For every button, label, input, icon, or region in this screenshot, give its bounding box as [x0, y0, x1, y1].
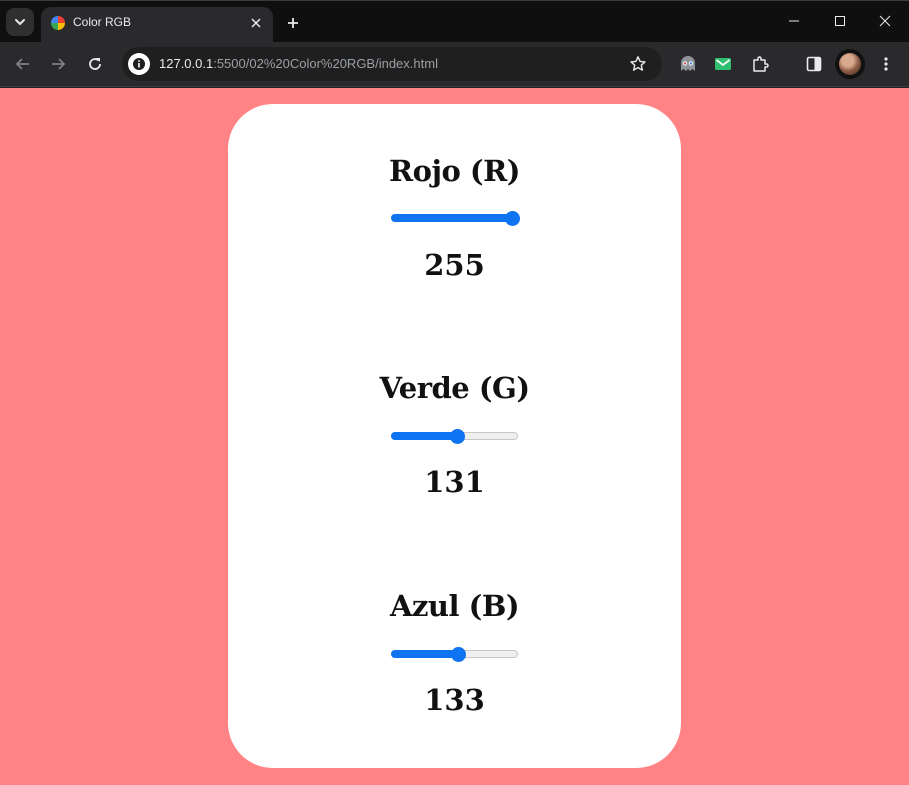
minimize-button[interactable]: [771, 1, 817, 41]
browser-menu-button[interactable]: [875, 53, 897, 75]
close-icon: [251, 18, 261, 28]
minimize-icon: [789, 20, 799, 22]
red-slider-fill: [391, 214, 512, 222]
ghost-extension-icon: [681, 56, 695, 71]
puzzle-icon: [753, 56, 769, 72]
blue-channel-label: Azul (B): [389, 589, 520, 623]
reload-button[interactable]: [82, 51, 108, 77]
info-icon: [133, 58, 145, 70]
ghost-extension-button[interactable]: [677, 53, 699, 75]
bookmark-button[interactable]: [628, 54, 648, 74]
avatar-photo: [839, 53, 861, 75]
url-path: :5500/02%20Color%20RGB/index.html: [213, 56, 438, 71]
reload-icon: [89, 58, 101, 70]
forward-button[interactable]: [45, 51, 71, 77]
plus-icon: [288, 18, 298, 28]
star-icon: [630, 56, 646, 71]
browser-toolbar: 127.0.0.1:5500/02%20Color%20RGB/index.ht…: [0, 42, 909, 87]
blue-slider-fill: [391, 650, 458, 658]
mail-extension-icon: [715, 58, 731, 70]
green-slider-fill: [391, 432, 458, 440]
tab-strip: Color RGB: [0, 0, 909, 43]
red-slider[interactable]: [391, 211, 520, 226]
red-channel-group: Rojo (R) 255: [228, 154, 681, 282]
green-channel-label: Verde (G): [379, 371, 530, 405]
green-value: 131: [424, 465, 485, 499]
green-channel-group: Verde (G) 131: [228, 371, 681, 499]
chevron-down-icon: [15, 19, 25, 26]
tab-title: Color RGB: [73, 15, 132, 29]
red-value: 255: [424, 248, 485, 282]
back-button[interactable]: [10, 51, 36, 77]
tab-search-button[interactable]: [6, 8, 34, 36]
tab-close-button[interactable]: [247, 14, 265, 32]
mail-extension-button[interactable]: [712, 53, 734, 75]
rgb-card: Rojo (R) 255 Verde (G) 131 Azul (B) 133: [228, 104, 681, 768]
blue-channel-group: Azul (B) 133: [228, 589, 681, 717]
browser-tab[interactable]: Color RGB: [41, 7, 273, 43]
maximize-button[interactable]: [817, 1, 863, 41]
green-slider-thumb[interactable]: [450, 429, 466, 444]
close-window-button[interactable]: [862, 1, 908, 41]
extensions-button[interactable]: [749, 53, 771, 75]
page-viewport: Rojo (R) 255 Verde (G) 131 Azul (B) 133: [0, 88, 909, 785]
green-slider[interactable]: [391, 429, 518, 444]
address-bar[interactable]: 127.0.0.1:5500/02%20Color%20RGB/index.ht…: [122, 47, 662, 81]
arrow-right-icon: [52, 58, 66, 70]
new-tab-button[interactable]: [281, 11, 305, 35]
close-icon: [879, 15, 891, 27]
arrow-left-icon: [15, 58, 29, 70]
kebab-menu-icon: [884, 57, 888, 71]
site-info-button[interactable]: [128, 53, 150, 75]
red-slider-thumb[interactable]: [505, 211, 520, 226]
color-wheel-favicon-icon: [51, 16, 65, 30]
red-channel-label: Rojo (R): [389, 154, 520, 188]
url-text: 127.0.0.1:5500/02%20Color%20RGB/index.ht…: [159, 56, 438, 71]
url-host: 127.0.0.1: [159, 56, 214, 71]
profile-avatar[interactable]: [835, 49, 865, 79]
blue-slider-thumb[interactable]: [450, 647, 466, 662]
blue-value: 133: [424, 683, 485, 717]
blue-slider[interactable]: [391, 647, 518, 662]
side-panel-icon: [806, 56, 822, 72]
side-panel-button[interactable]: [803, 53, 825, 75]
maximize-icon: [835, 16, 845, 26]
